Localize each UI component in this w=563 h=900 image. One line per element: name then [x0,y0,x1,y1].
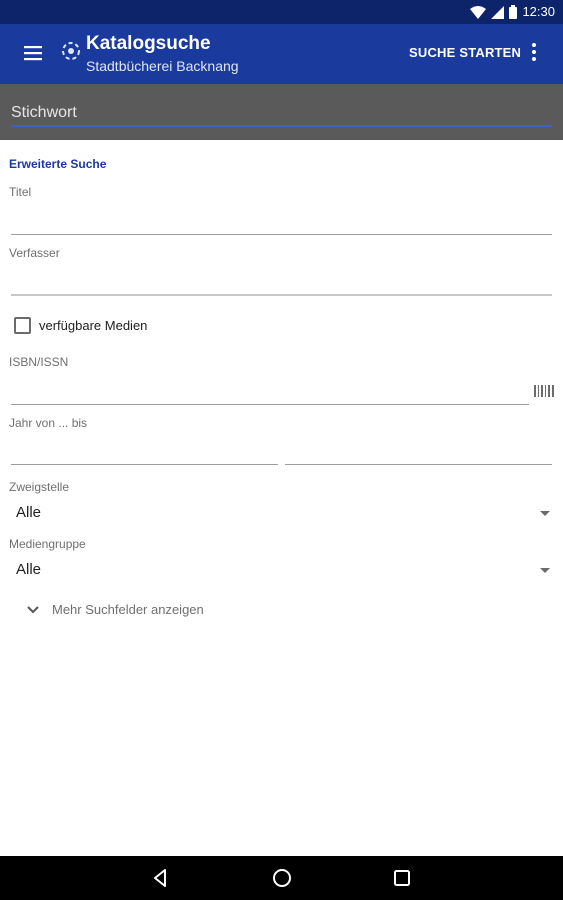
year-label: Jahr von ... bis [9,416,88,430]
library-logo-icon [62,42,80,60]
branch-select-value: Alle [16,504,42,521]
keyword-input[interactable] [11,100,552,127]
more-fields-toggle[interactable]: Mehr Suchfelder anzeigen [26,602,204,617]
chevron-down-icon [27,605,39,613]
author-field[interactable] [11,274,552,296]
menu-icon[interactable] [22,43,44,63]
more-fields-label: Mehr Suchfelder anzeigen [52,602,204,617]
advanced-search-heading: Erweiterte Suche [9,157,107,171]
page-subtitle: Stadtbücherei Backnang [86,58,239,74]
home-icon[interactable] [271,867,293,889]
available-media-checkbox-row[interactable]: verfügbare Medien [14,317,147,334]
system-nav-bar [0,856,563,900]
year-from-field[interactable] [11,443,278,465]
media-group-label: Mediengruppe [9,537,86,551]
branch-select[interactable]: Alle [0,500,563,528]
title-label: Titel [9,185,32,199]
dropdown-arrow-icon [540,568,550,573]
signal-icon [491,5,505,19]
available-media-checkbox[interactable] [14,317,31,334]
media-group-select[interactable]: Alle [0,557,563,585]
media-group-select-value: Alle [16,561,42,578]
available-media-label: verfügbare Medien [39,318,148,333]
app-bar: Katalogsuche Stadtbücherei Backnang SUCH… [0,24,563,84]
branch-label: Zweigstelle [9,480,70,494]
more-vert-icon[interactable] [526,41,542,63]
back-icon[interactable] [150,867,172,889]
dropdown-arrow-icon [540,511,550,516]
status-bar: 12:30 [0,0,563,24]
barcode-scan-icon[interactable] [534,385,554,397]
status-time: 12:30 [522,4,555,19]
recents-icon[interactable] [391,867,413,889]
title-field[interactable] [11,213,552,235]
author-label: Verfasser [9,246,60,260]
wifi-icon [470,5,487,19]
isbn-label: ISBN/ISSN [9,355,69,369]
start-search-button[interactable]: SUCHE STARTEN [409,45,521,60]
isbn-field[interactable] [11,383,529,405]
page-title: Katalogsuche [86,33,211,54]
keyword-search-bar [0,84,563,140]
year-to-field[interactable] [285,443,552,465]
battery-icon [509,5,518,19]
status-icons: 12:30 [470,3,555,21]
